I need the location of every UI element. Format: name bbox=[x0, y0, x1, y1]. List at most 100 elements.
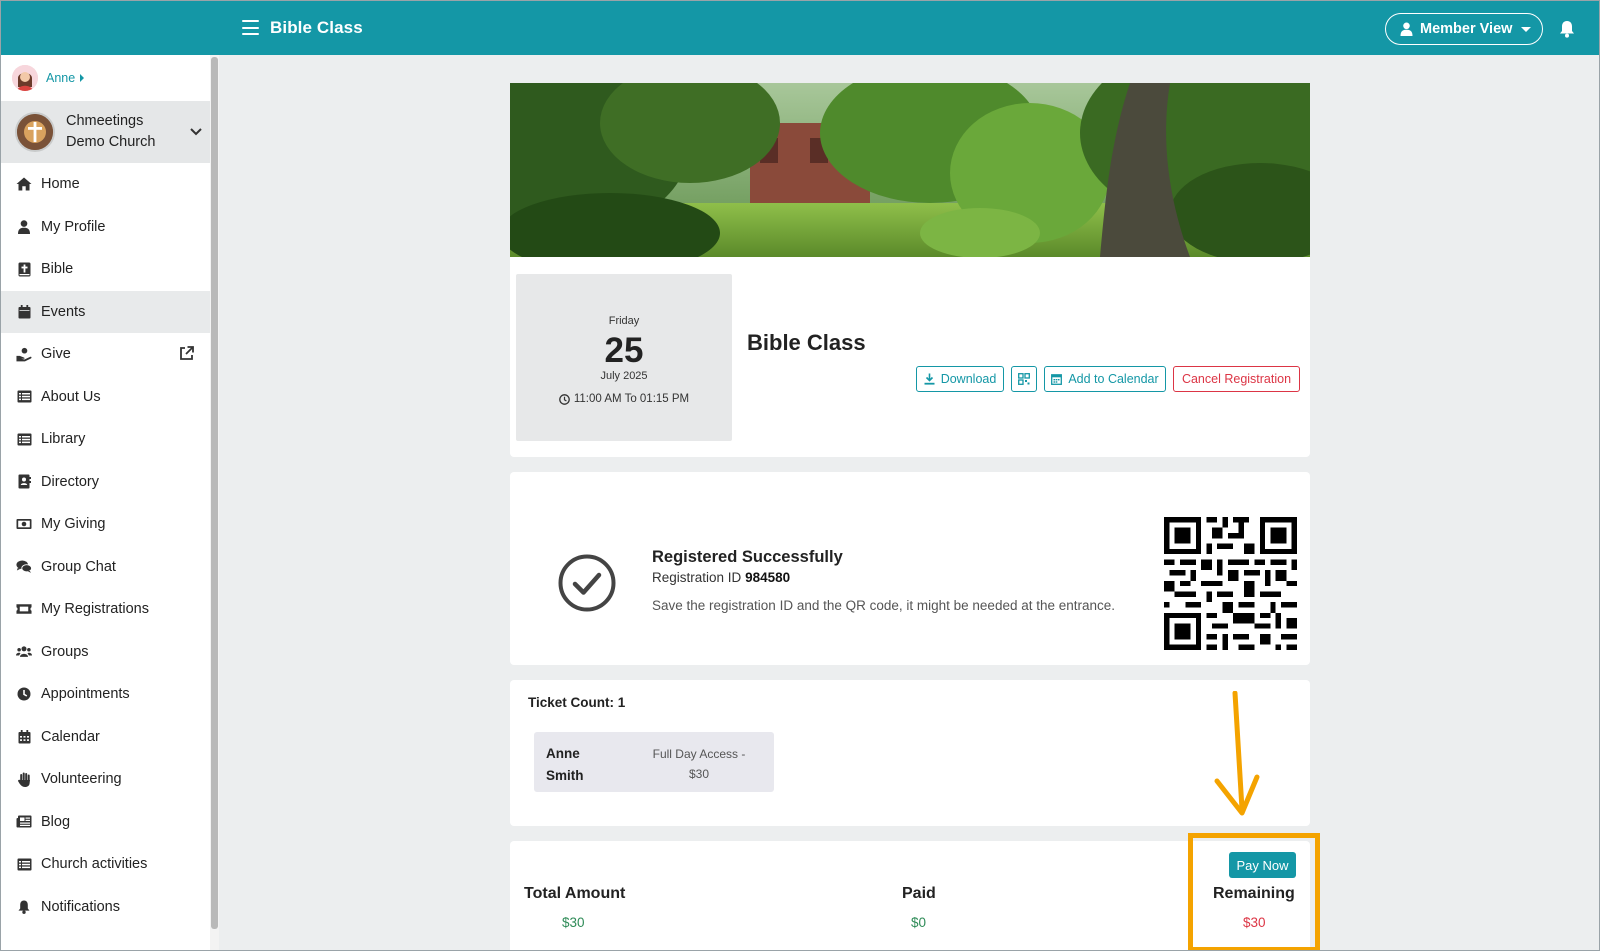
download-label: Download bbox=[940, 372, 997, 386]
sidebar-item-home[interactable]: Home bbox=[1, 163, 210, 206]
sidebar-item-volunteering[interactable]: Volunteering bbox=[1, 758, 210, 801]
users-icon bbox=[16, 644, 32, 660]
annotation-highlight-box bbox=[1188, 833, 1320, 950]
hand-icon bbox=[16, 771, 32, 787]
address-book-icon bbox=[16, 474, 32, 490]
sidebar-item-group-chat[interactable]: Group Chat bbox=[1, 546, 210, 589]
qr-code-icon bbox=[1018, 373, 1030, 385]
app-title: Bible Class bbox=[270, 18, 363, 37]
ticket-item: Anne Smith Full Day Access - $30 bbox=[534, 732, 774, 792]
event-details-card: Friday 25 July 2025 11:00 AM To 01:15 PM… bbox=[510, 257, 1310, 457]
top-navbar: Bible Class Member View bbox=[1, 1, 1599, 55]
sidebar-item-label: Calendar bbox=[41, 728, 100, 745]
registration-id-label: Registration ID bbox=[652, 570, 742, 585]
registration-status-title: Registered Successfully bbox=[652, 548, 843, 566]
event-banner-image bbox=[510, 83, 1310, 257]
sidebar-item-label: Library bbox=[41, 431, 86, 448]
sidebar-item-library[interactable]: Library bbox=[1, 418, 210, 461]
sidebar-item-give[interactable]: Give bbox=[1, 333, 210, 376]
calendar-icon bbox=[1051, 374, 1063, 385]
menu-toggle-icon[interactable] bbox=[242, 20, 259, 35]
sidebar-item-label: My Profile bbox=[41, 218, 106, 235]
church-name: Chmeetings Demo Church bbox=[66, 113, 156, 150]
download-icon bbox=[924, 373, 935, 385]
chat-icon bbox=[16, 559, 32, 575]
add-to-calendar-button[interactable]: Add to Calendar bbox=[1044, 366, 1166, 392]
ticket-holder-name: Anne Smith bbox=[546, 746, 584, 783]
hand-give-icon bbox=[16, 346, 32, 362]
cancel-registration-button[interactable]: Cancel Registration bbox=[1173, 366, 1300, 392]
event-time-range: 11:00 AM To 01:15 PM bbox=[516, 393, 732, 405]
user-menu[interactable]: Anne bbox=[1, 55, 210, 101]
calendar-grid-icon bbox=[16, 729, 32, 745]
sidebar-item-church-activities[interactable]: Church activities bbox=[1, 843, 210, 886]
sidebar-item-groups[interactable]: Groups bbox=[1, 631, 210, 674]
sidebar-item-my-profile[interactable]: My Profile bbox=[1, 206, 210, 249]
add-to-calendar-label: Add to Calendar bbox=[1068, 372, 1159, 386]
sidebar-item-label: Events bbox=[41, 303, 86, 320]
ticket-icon bbox=[16, 601, 32, 617]
member-view-dropdown[interactable]: Member View bbox=[1385, 13, 1543, 45]
sidebar-item-label: My Registrations bbox=[41, 601, 149, 618]
sidebar-item-about-us[interactable]: About Us bbox=[1, 376, 210, 419]
sidebar-item-label: Bible bbox=[41, 261, 74, 278]
external-link-icon[interactable] bbox=[179, 346, 194, 365]
event-day: 25 bbox=[604, 331, 644, 370]
sidebar-item-my-registrations[interactable]: My Registrations bbox=[1, 588, 210, 631]
sidebar-item-notifications[interactable]: Notifications bbox=[1, 886, 210, 929]
sidebar-item-label: Appointments bbox=[41, 686, 130, 703]
qr-code-button[interactable] bbox=[1011, 366, 1037, 392]
chevron-down-icon bbox=[190, 123, 202, 141]
member-view-label: Member View bbox=[1420, 21, 1513, 37]
event-day-of-week: Friday bbox=[608, 315, 640, 327]
sidebar-item-my-giving[interactable]: My Giving bbox=[1, 503, 210, 546]
sidebar-nav: Home My Profile Bible Events Give About … bbox=[1, 163, 210, 928]
registration-id-value: 984580 bbox=[745, 570, 791, 585]
sidebar-item-label: Home bbox=[41, 176, 80, 193]
ticket-count: Ticket Count: 1 bbox=[528, 695, 626, 710]
sidebar-item-bible[interactable]: Bible bbox=[1, 248, 210, 291]
bell-icon bbox=[16, 899, 32, 915]
event-time-text: 11:00 AM To 01:15 PM bbox=[573, 393, 690, 405]
avatar bbox=[12, 65, 38, 91]
sidebar-item-label: Group Chat bbox=[41, 558, 116, 575]
sidebar-item-label: Blog bbox=[41, 813, 71, 830]
user-icon bbox=[1400, 22, 1413, 36]
clock-icon bbox=[16, 686, 32, 702]
sidebar-item-events[interactable]: Events bbox=[1, 290, 210, 333]
registration-note: Save the registration ID and the QR code… bbox=[652, 598, 1116, 613]
sidebar-item-calendar[interactable]: Calendar bbox=[1, 716, 210, 759]
sidebar-scrollbar-thumb[interactable] bbox=[211, 57, 218, 929]
newspaper-icon bbox=[16, 814, 32, 830]
sidebar-item-label: About Us bbox=[41, 388, 101, 405]
event-date-box: Friday 25 July 2025 11:00 AM To 01:15 PM bbox=[516, 274, 732, 441]
sidebar-item-label: Give bbox=[41, 346, 71, 363]
total-amount-value: $30 bbox=[562, 915, 585, 930]
list-icon bbox=[16, 431, 32, 447]
app-window: Bible Class Member View Anne Chmeetings … bbox=[0, 0, 1600, 951]
clock-icon bbox=[558, 393, 570, 405]
user-name: Anne bbox=[46, 71, 76, 85]
sidebar-item-label: Groups bbox=[41, 643, 89, 660]
event-month-year: July 2025 bbox=[600, 370, 648, 382]
cancel-registration-label: Cancel Registration bbox=[1181, 372, 1292, 386]
paid-label: Paid bbox=[902, 885, 936, 902]
sidebar-item-blog[interactable]: Blog bbox=[1, 801, 210, 844]
ticket-summary-card: Ticket Count: 1 Anne Smith Full Day Acce… bbox=[510, 680, 1310, 826]
sidebar-item-directory[interactable]: Directory bbox=[1, 461, 210, 504]
registration-qr-code bbox=[1164, 517, 1297, 655]
sidebar-item-appointments[interactable]: Appointments bbox=[1, 673, 210, 716]
download-button[interactable]: Download bbox=[916, 366, 1004, 392]
ticket-type: Full Day Access - $30 bbox=[652, 747, 746, 781]
bible-icon bbox=[16, 261, 32, 277]
church-selector[interactable]: Chmeetings Demo Church bbox=[1, 101, 210, 163]
sidebar: Anne Chmeetings Demo Church Home My Prof… bbox=[1, 55, 219, 950]
church-logo bbox=[15, 112, 55, 152]
sidebar-item-label: My Giving bbox=[41, 516, 106, 533]
event-title: Bible Class bbox=[747, 330, 866, 355]
chevron-down-icon bbox=[1521, 26, 1532, 32]
list-icon bbox=[16, 856, 32, 872]
paid-value: $0 bbox=[911, 915, 927, 930]
bell-icon[interactable] bbox=[1559, 20, 1575, 43]
list-icon bbox=[16, 389, 32, 405]
